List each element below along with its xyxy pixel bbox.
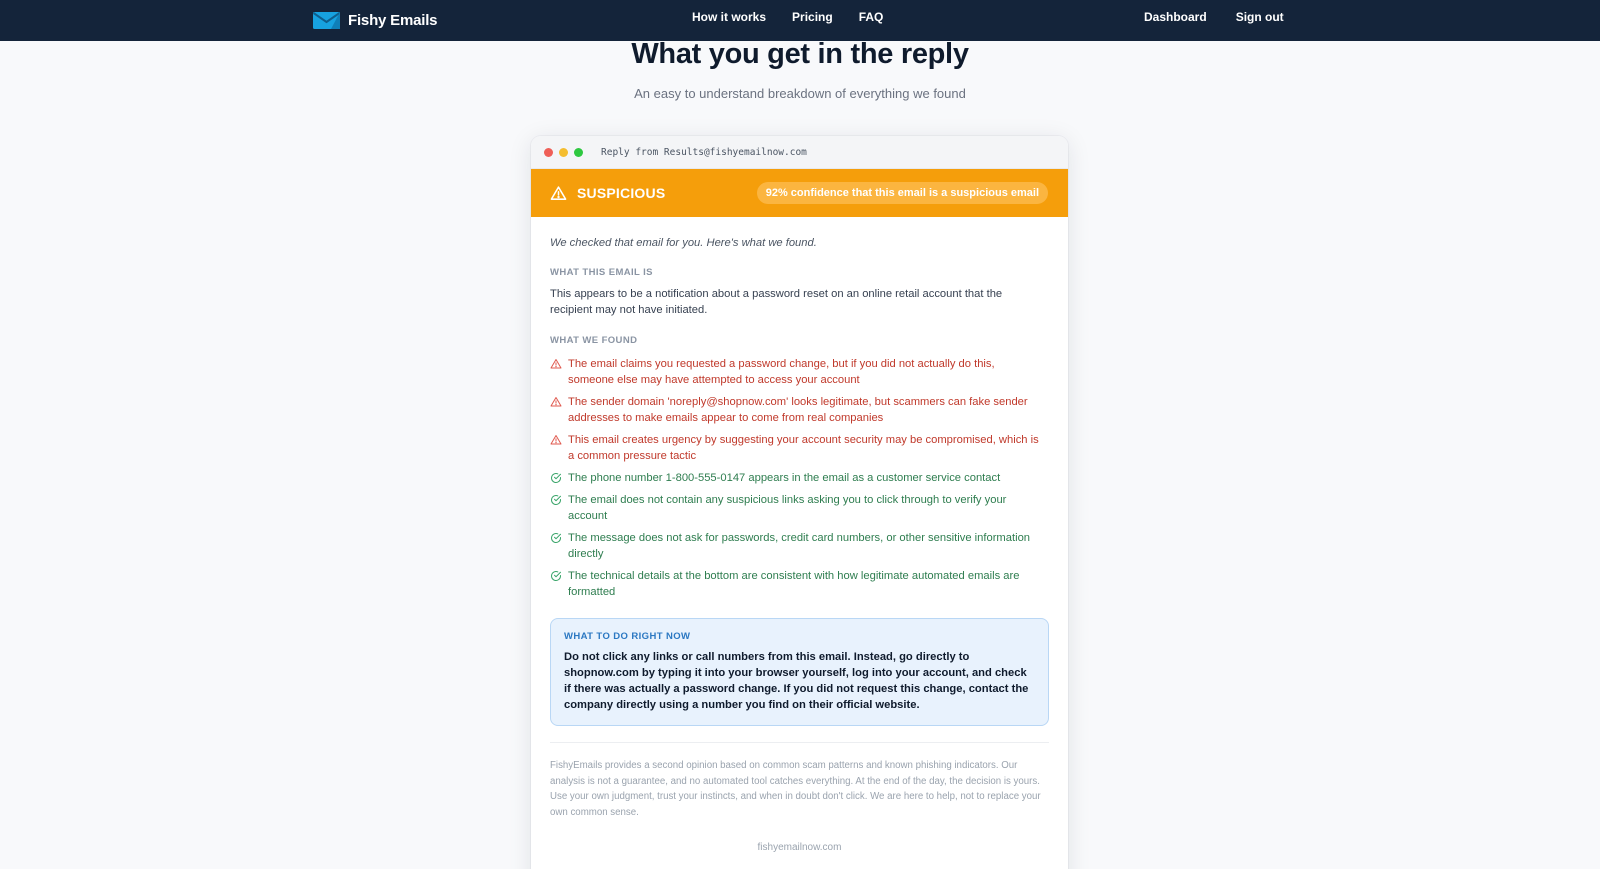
warning-triangle-icon bbox=[550, 435, 562, 445]
nav-link-faq[interactable]: FAQ bbox=[859, 10, 884, 24]
nav-links: How it works Pricing FAQ bbox=[692, 0, 883, 33]
window-maximize-dot bbox=[574, 147, 583, 157]
check-circle-icon bbox=[551, 533, 561, 543]
top-navbar: Fishy Emails How it works Pricing FAQ Da… bbox=[0, 0, 1600, 41]
verdict-label: SUSPICIOUS bbox=[577, 185, 666, 201]
nav-link-how-it-works[interactable]: How it works bbox=[692, 10, 766, 24]
page-title: What you get in the reply bbox=[631, 38, 969, 70]
finding-text: The technical details at the bottom are … bbox=[568, 570, 1020, 598]
footer-domain: fishyemailnow.com bbox=[757, 841, 842, 853]
finding-item: The email claims you requested a passwor… bbox=[550, 356, 1049, 388]
finding-item: The sender domain 'noreply@shopnow.com' … bbox=[550, 394, 1049, 426]
finding-text: This email creates urgency by suggesting… bbox=[568, 434, 1039, 462]
nav-account-links: Dashboard Sign out bbox=[1144, 0, 1284, 33]
divider bbox=[550, 742, 1049, 743]
email-summary: This appears to be a notification about … bbox=[550, 288, 1003, 316]
findings-list: The email claims you requested a passwor… bbox=[550, 356, 1049, 600]
brand-name: Fishy Emails bbox=[348, 11, 438, 29]
warning-triangle-icon bbox=[550, 397, 562, 407]
finding-item: The technical details at the bottom are … bbox=[550, 568, 1049, 600]
nav-link-pricing[interactable]: Pricing bbox=[792, 10, 833, 24]
window-title: Reply from Results@fishyemailnow.com bbox=[601, 146, 807, 158]
reply-body: We checked that email for you. Here's wh… bbox=[531, 217, 1068, 853]
finding-text: The phone number 1-800-555-0147 appears … bbox=[568, 472, 1001, 484]
intro-text: We checked that email for you. Here's wh… bbox=[550, 237, 817, 249]
window-titlebar: Reply from Results@fishyemailnow.com bbox=[531, 136, 1068, 169]
finding-item: This email creates urgency by suggesting… bbox=[550, 432, 1049, 464]
action-text: Do not click any links or call numbers f… bbox=[564, 651, 1029, 711]
finding-item: The message does not ask for passwords, … bbox=[550, 530, 1049, 562]
verdict-banner: SUSPICIOUS 92% confidence that this emai… bbox=[531, 169, 1068, 217]
finding-text: The email does not contain any suspiciou… bbox=[568, 494, 1007, 522]
confidence-badge: 92% confidence that this email is a susp… bbox=[756, 182, 1048, 204]
page-subtitle: An easy to understand breakdown of every… bbox=[634, 86, 966, 101]
nav-link-dashboard[interactable]: Dashboard bbox=[1144, 10, 1207, 24]
email-reply-card: Reply from Results@fishyemailnow.com SUS… bbox=[531, 136, 1068, 869]
warning-triangle-icon bbox=[550, 185, 567, 200]
action-callout: WHAT TO DO RIGHT NOW Do not click any li… bbox=[550, 618, 1049, 726]
window-minimize-dot bbox=[559, 147, 568, 157]
warning-triangle-icon bbox=[550, 359, 562, 369]
section-label-what-we-found: WHAT WE FOUND bbox=[550, 335, 638, 346]
disclaimer-text: FishyEmails provides a second opinion ba… bbox=[550, 760, 1041, 819]
check-circle-icon bbox=[551, 473, 561, 483]
nav-link-sign-out[interactable]: Sign out bbox=[1236, 10, 1284, 24]
finding-text: The message does not ask for passwords, … bbox=[568, 532, 1031, 560]
envelope-logo-icon bbox=[313, 11, 340, 29]
window-close-dot bbox=[544, 147, 553, 157]
brand-link[interactable]: Fishy Emails bbox=[313, 8, 438, 32]
action-label: WHAT TO DO RIGHT NOW bbox=[564, 631, 691, 642]
finding-item: The email does not contain any suspiciou… bbox=[550, 492, 1049, 524]
finding-text: The sender domain 'noreply@shopnow.com' … bbox=[568, 396, 1028, 424]
finding-text: The email claims you requested a passwor… bbox=[568, 358, 995, 386]
finding-item: The phone number 1-800-555-0147 appears … bbox=[550, 470, 1049, 486]
check-circle-icon bbox=[551, 495, 561, 505]
section-label-what-this-email-is: WHAT THIS EMAIL IS bbox=[550, 267, 653, 278]
check-circle-icon bbox=[551, 571, 561, 581]
